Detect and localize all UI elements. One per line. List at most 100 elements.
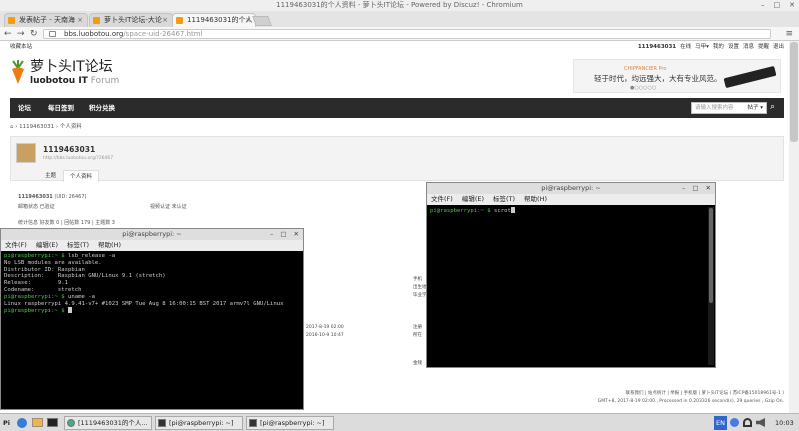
terminal-title: pi@raspberrypi: ~ xyxy=(541,184,601,192)
terminal-title: pi@raspberrypi: ~ xyxy=(122,230,182,238)
nav-forum[interactable]: 论坛 xyxy=(18,98,31,118)
taskbar-item-browser[interactable]: [1119463031的个人... xyxy=(64,416,152,430)
browser-launcher-icon[interactable] xyxy=(17,418,27,428)
bookmark-site-link[interactable]: 收藏本站 xyxy=(10,44,32,50)
close-icon[interactable]: ✕ xyxy=(789,1,795,10)
profile-url[interactable]: http://bbs.luobotou.org/?26467 xyxy=(43,156,113,161)
close-tab-icon[interactable]: × xyxy=(162,14,168,26)
nav-points-exchange[interactable]: 积分兑换 xyxy=(89,98,115,118)
logout-link[interactable]: 退出 xyxy=(773,41,784,53)
search-input[interactable]: 请输入搜索内容 帖子 ▾ xyxy=(691,102,767,114)
tab-threads[interactable]: 主题 xyxy=(39,170,62,182)
taskbar: Pi [1119463031的个人... [pi@raspberrypi: ~]… xyxy=(0,413,799,431)
browser-tab[interactable]: 发表帖子 - 天南海 × xyxy=(4,13,88,27)
site-footer: 联系我们 | 站点统计 | 举报 | 手机版 | 萝卜头IT论坛 ( 苏ICP备… xyxy=(588,390,784,406)
terminal-output[interactable]: pi@raspberrypi:~ $ lsb_release -a No LSB… xyxy=(1,251,303,409)
maximize-icon[interactable]: □ xyxy=(692,183,698,194)
search-type-select[interactable]: 帖子 ▾ xyxy=(747,103,763,113)
scrollbar-thumb[interactable] xyxy=(790,42,798,142)
terminal-icon xyxy=(158,419,166,427)
site-logo-text[interactable]: 萝卜头IT论坛 xyxy=(30,60,113,75)
email-status: 邮箱状态 已验证 xyxy=(18,204,55,210)
banner-pager[interactable]: ●○○○○○ xyxy=(630,85,656,91)
menu-edit[interactable]: 编辑(E) xyxy=(462,194,484,205)
menu-file[interactable]: 文件(F) xyxy=(5,240,27,251)
terminal-text: lsb_release -a xyxy=(64,253,116,259)
stats-row: 统计信息 好友数 0 | 回帖数 179 | 主题数 3 xyxy=(18,220,115,226)
volume-icon[interactable] xyxy=(756,418,765,427)
tab-profile[interactable]: 个人资料 xyxy=(63,170,100,182)
vest-menu[interactable]: 马甲▾ xyxy=(695,41,709,53)
start-menu-button[interactable]: Pi xyxy=(3,416,10,430)
input-language-indicator[interactable]: EN xyxy=(714,416,727,430)
terminal-launcher-icon[interactable] xyxy=(47,418,58,427)
ad-banner[interactable]: CHIPFANCIER Pro 轻于时代，均远强大，大有专业风范。 ●○○○○○ xyxy=(573,59,781,93)
logo-en-main: luobotou IT xyxy=(30,76,88,86)
clock[interactable]: 10:03 xyxy=(775,416,794,430)
menu-edit[interactable]: 编辑(E) xyxy=(36,240,58,251)
reload-icon[interactable]: ↻ xyxy=(30,29,38,39)
bluetooth-icon[interactable] xyxy=(730,418,739,427)
terminal-menubar: 文件(F) 编辑(E) 标签(T) 帮助(H) xyxy=(1,240,303,251)
menu-file[interactable]: 文件(F) xyxy=(431,194,453,205)
menu-help[interactable]: 帮助(H) xyxy=(524,194,547,205)
terminal-text: Distributor ID: Raspbian xyxy=(4,266,85,273)
terminal-line: Distributor ID: Raspbian xyxy=(4,267,300,274)
taskbar-item-terminal[interactable]: [pi@raspberrypi: ~] xyxy=(246,416,334,430)
new-tab-button[interactable] xyxy=(252,16,272,26)
terminal-output[interactable]: pi@raspberrypi:~ $ scrot xyxy=(427,205,715,367)
address-bar[interactable]: bbs.luobotou.org/space-uid-26467.html xyxy=(43,29,771,39)
settings-link[interactable]: 设置 xyxy=(728,41,739,53)
maximize-icon[interactable]: □ xyxy=(774,1,781,10)
online-status[interactable]: 在线 xyxy=(680,41,691,53)
messages-link[interactable]: 消息 xyxy=(743,41,754,53)
minimize-icon[interactable]: – xyxy=(682,183,685,194)
terminal-window-large[interactable]: pi@raspberrypi: ~ – □ ✕ 文件(F) 编辑(E) 标签(T) … xyxy=(426,182,716,368)
cursor xyxy=(510,207,515,213)
page-info-icon[interactable] xyxy=(49,31,56,37)
terminal-titlebar[interactable]: pi@raspberrypi: ~ xyxy=(427,183,715,194)
browser-tab[interactable]: 萝卜头IT论坛-大论 × xyxy=(89,13,173,27)
terminal-controls: – □ ✕ xyxy=(270,229,299,240)
footer-links[interactable]: 联系我们 | 站点统计 | 举报 | 手机版 | 萝卜头IT论坛 ( 苏ICP备… xyxy=(588,390,784,398)
terminal-line: pi@raspberrypi:~ $ uname -a xyxy=(4,294,300,301)
activity-labels: 注册 所在 xyxy=(413,324,422,340)
terminal-scrollbar[interactable] xyxy=(708,207,714,365)
last-visit: 2016-10-9 10:47 xyxy=(306,333,344,338)
close-icon[interactable]: ✕ xyxy=(294,229,299,240)
menu-tabs[interactable]: 标签(T) xyxy=(67,240,89,251)
notifications-link[interactable]: 提醒 xyxy=(758,41,769,53)
search-icon[interactable]: ⌕ xyxy=(770,102,782,114)
close-tab-icon[interactable]: × xyxy=(77,14,83,26)
maximize-icon[interactable]: □ xyxy=(280,229,286,240)
terminal-text: uname -a xyxy=(64,293,95,300)
username-link[interactable]: 1119463031 xyxy=(638,41,676,53)
carrot-logo-icon[interactable] xyxy=(10,60,26,84)
minimize-icon[interactable]: – xyxy=(270,229,273,240)
forward-icon[interactable]: → xyxy=(17,29,25,39)
terminal-scroll-thumb[interactable] xyxy=(709,208,713,303)
terminal-window-small[interactable]: pi@raspberrypi: ~ – □ ✕ 文件(F) 编辑(E) 标签(T) … xyxy=(0,228,304,410)
reg-label: 注册 xyxy=(413,325,422,330)
terminal-titlebar[interactable]: pi@raspberrypi: ~ xyxy=(1,229,303,240)
taskbar-item-terminal[interactable]: [pi@raspberrypi: ~] xyxy=(155,416,243,430)
chrome-menu-icon[interactable]: ≡ xyxy=(785,29,793,39)
menu-help[interactable]: 帮助(H) xyxy=(98,240,121,251)
terminal-prompt: pi@raspberrypi:~ $ xyxy=(4,293,65,300)
terminal-prompt: pi@raspberrypi:~ $ xyxy=(4,253,65,259)
wifi-icon[interactable] xyxy=(743,418,752,427)
minimize-icon[interactable]: – xyxy=(761,1,765,10)
window-title: 1119463031的个人资料 - 萝卜头IT论坛 - Powered by D… xyxy=(276,1,523,9)
avatar[interactable] xyxy=(16,143,36,163)
nav-checkin[interactable]: 每日签到 xyxy=(48,98,74,118)
back-icon[interactable]: ← xyxy=(4,29,12,39)
browser-tab-active[interactable]: 1119463031的个人 × xyxy=(172,13,256,27)
menu-tabs[interactable]: 标签(T) xyxy=(493,194,515,205)
my-link[interactable]: 我的 xyxy=(713,41,724,53)
close-tab-icon[interactable]: × xyxy=(245,14,251,26)
profile-header: 1119463031 http://bbs.luobotou.org/?2646… xyxy=(10,136,784,182)
close-icon[interactable]: ✕ xyxy=(706,183,711,194)
terminal-icon xyxy=(249,419,257,427)
terminal-controls: – □ ✕ xyxy=(682,183,711,194)
file-manager-icon[interactable] xyxy=(32,418,43,427)
